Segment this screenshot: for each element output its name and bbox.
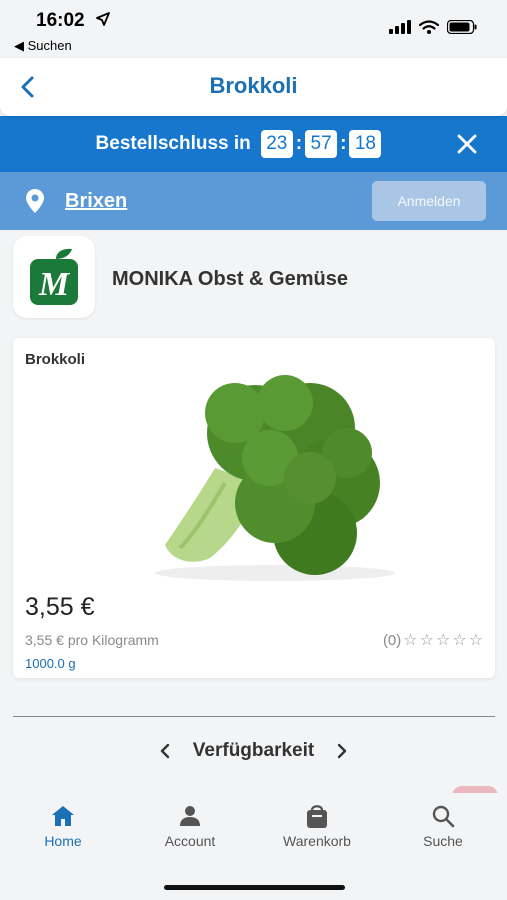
login-button[interactable]: Anmelden	[372, 181, 486, 221]
home-icon	[52, 806, 74, 826]
vendor-name[interactable]: MONIKA Obst & Gemüse	[112, 268, 348, 291]
person-icon	[180, 806, 200, 826]
nav-home-label: Home	[44, 833, 82, 849]
divider	[13, 716, 495, 717]
nav-search-label: Suche	[423, 833, 463, 849]
wifi-icon	[419, 20, 439, 34]
location-pin-icon	[26, 189, 44, 213]
star-icon: ☆	[419, 632, 434, 649]
nav-cart[interactable]: Warenkorb	[267, 801, 367, 849]
back-to-app-link[interactable]: ◀ Suchen	[14, 38, 72, 54]
unit-price: 3,55 € pro Kilogramm	[25, 632, 159, 648]
star-icon: ☆	[435, 632, 451, 649]
status-bar: 16:02 ◀ Suchen	[0, 0, 507, 58]
deadline-label: Bestellschluss in	[95, 133, 251, 154]
availability-nav: Verfügbarkeit	[0, 736, 507, 766]
status-indicators	[389, 20, 477, 34]
product-image	[85, 373, 425, 585]
countdown-seconds: 18	[349, 130, 382, 158]
vendor-logo[interactable]: M	[13, 236, 95, 318]
product-title: Brokkoli	[25, 351, 86, 368]
product-price: 3,55 €	[25, 593, 95, 621]
availability-next-button[interactable]	[332, 741, 352, 761]
availability-prev-button[interactable]	[155, 741, 175, 761]
countdown-minutes: 57	[305, 130, 338, 158]
rating: (0) ☆ ☆ ☆ ☆ ☆	[383, 630, 483, 650]
vendor-logo-mark: M	[30, 248, 78, 305]
nav-account[interactable]: Account	[140, 801, 240, 849]
search-icon	[432, 805, 455, 828]
close-icon[interactable]	[455, 132, 479, 156]
location-link[interactable]: Brixen	[65, 190, 127, 213]
home-indicator	[164, 885, 345, 890]
signal-icon	[389, 20, 411, 34]
app-header: Brokkoli	[0, 58, 507, 116]
nav-account-label: Account	[164, 833, 216, 849]
rating-count: (0)	[382, 631, 402, 649]
countdown-hours: 23	[260, 130, 293, 158]
chevron-right-icon	[338, 743, 347, 759]
star-icon: ☆	[468, 632, 483, 649]
product-card[interactable]: Brokkoli 3,55 € 3,55 € pro Kilogramm 100…	[13, 338, 495, 678]
bag-icon	[307, 805, 327, 828]
location-arrow-icon	[96, 12, 110, 26]
nav-search[interactable]: Suche	[393, 801, 493, 849]
nav-cart-label: Warenkorb	[283, 833, 351, 849]
chevron-left-icon	[160, 743, 169, 759]
page-title: Brokkoli	[209, 73, 298, 98]
product-weight: 1000.0 g	[25, 656, 76, 671]
location-bar: Brixen Anmelden	[0, 172, 507, 230]
battery-icon	[447, 20, 477, 34]
order-deadline-bar: Bestellschluss in 23 : 57 : 18	[0, 116, 507, 172]
countdown-separator: :	[340, 133, 347, 154]
vendor-logo-letter: M	[38, 266, 71, 303]
star-icon: ☆	[452, 632, 467, 649]
countdown-separator: :	[295, 133, 303, 154]
status-time: 16:02	[36, 10, 85, 31]
star-icon: ☆	[403, 632, 418, 649]
nav-home[interactable]: Home	[13, 801, 113, 849]
availability-label: Verfügbarkeit	[192, 740, 315, 761]
bottom-nav: Home Account Warenkorb Suche	[0, 793, 507, 900]
